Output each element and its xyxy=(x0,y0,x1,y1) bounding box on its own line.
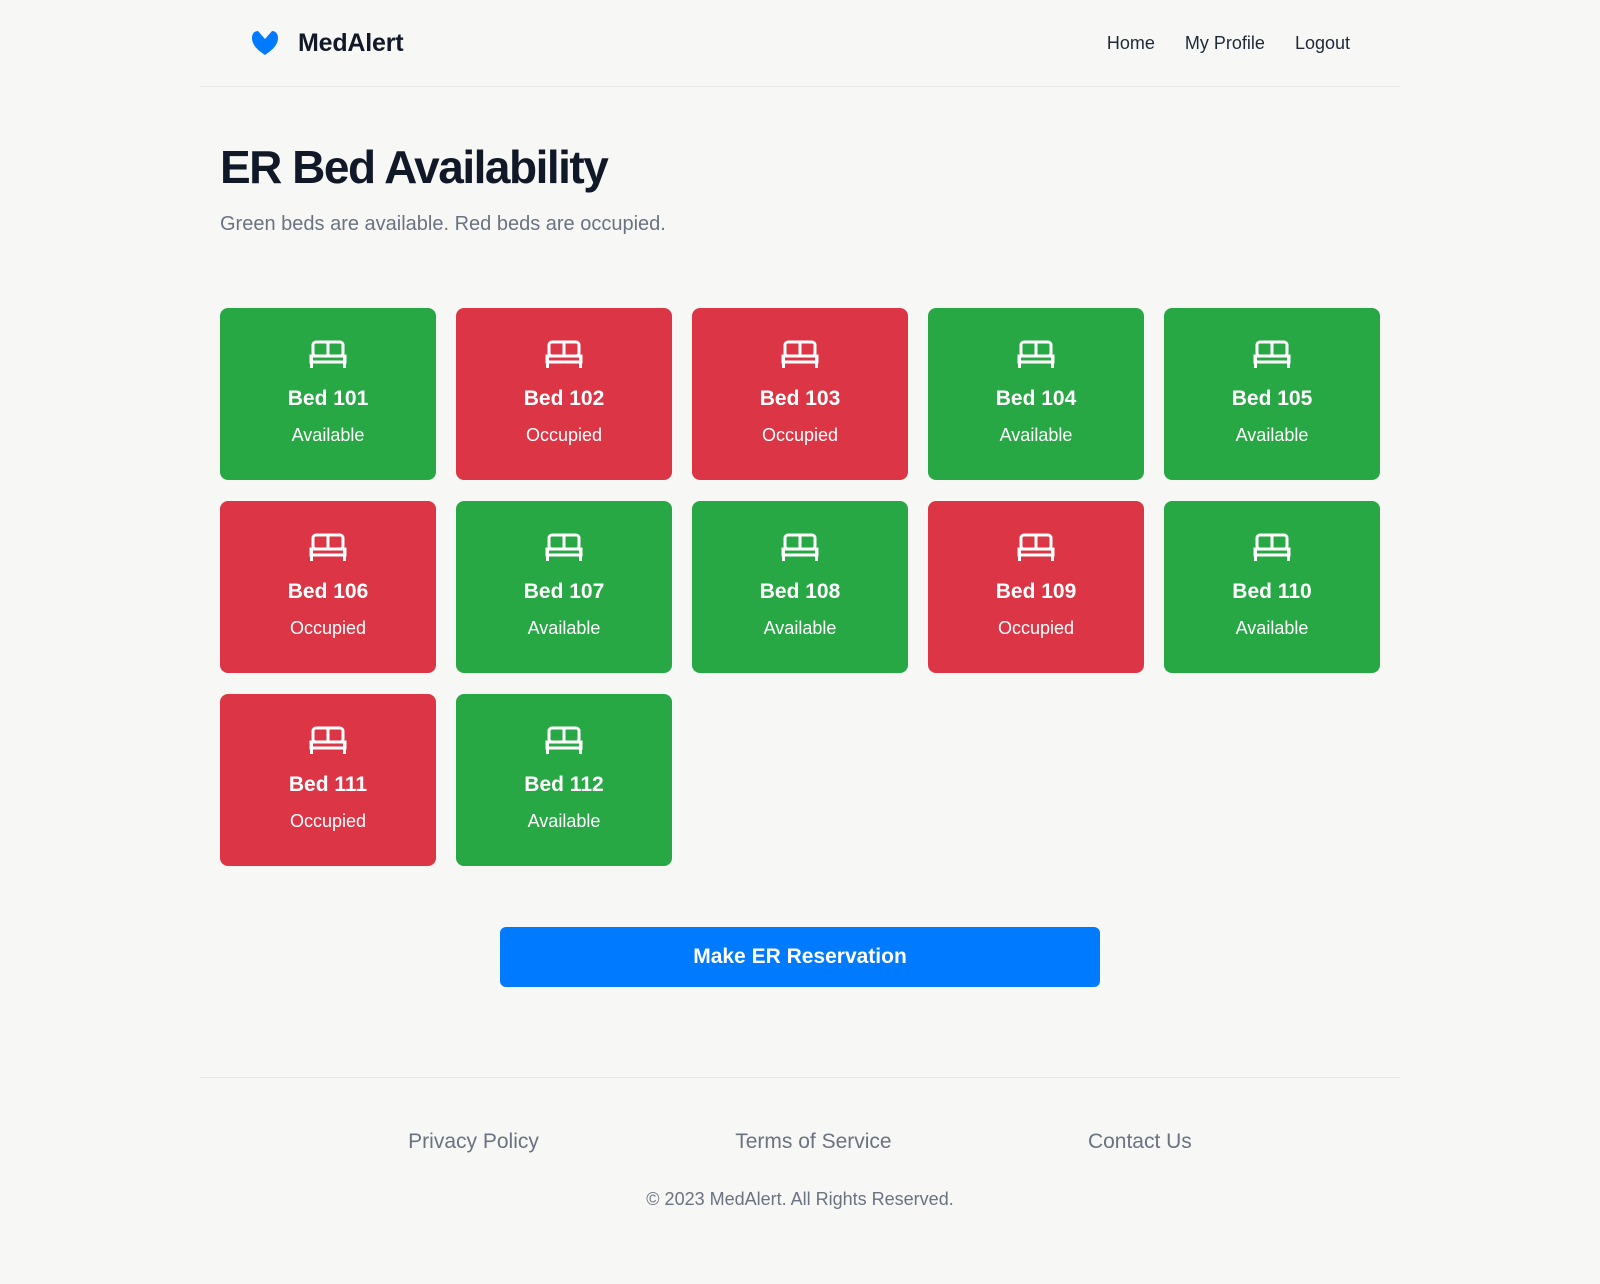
bed-name: Bed 112 xyxy=(524,772,604,796)
bed-card[interactable]: Bed 111 Occupied xyxy=(220,693,436,866)
bed-icon xyxy=(1253,533,1291,561)
main-nav: Home My Profile Logout xyxy=(1107,33,1350,54)
bed-status: Available xyxy=(527,617,601,638)
site-header: MedAlert Home My Profile Logout xyxy=(200,0,1400,87)
bed-card[interactable]: Bed 112 Available xyxy=(456,693,672,866)
bed-name: Bed 103 xyxy=(759,386,841,410)
bed-status: Available xyxy=(291,424,365,445)
bed-name: Bed 106 xyxy=(287,579,369,603)
bed-icon xyxy=(309,533,347,561)
bed-icon xyxy=(545,533,583,561)
bed-card[interactable]: Bed 103 Occupied xyxy=(692,307,908,480)
bed-card[interactable]: Bed 101 Available xyxy=(220,307,436,480)
bed-grid: Bed 101 Available Bed 102 Occupied Bed 103 Oc… xyxy=(220,307,1380,866)
nav-home-link[interactable]: Home xyxy=(1107,33,1155,54)
bed-icon xyxy=(781,533,819,561)
bed-status: Available xyxy=(527,810,601,831)
bed-icon xyxy=(1017,533,1055,561)
bed-name: Bed 102 xyxy=(523,386,605,410)
bed-name: Bed 104 xyxy=(995,386,1077,410)
site-footer: Privacy Policy Terms of Service Contact … xyxy=(200,1076,1400,1210)
bed-name: Bed 109 xyxy=(995,579,1077,603)
bed-icon xyxy=(781,340,819,368)
bed-status: Occupied xyxy=(761,424,839,445)
bed-icon xyxy=(309,340,347,368)
bed-icon xyxy=(1017,340,1055,368)
nav-my-profile-link[interactable]: My Profile xyxy=(1185,33,1265,54)
bed-status: Available xyxy=(763,617,837,638)
bed-status: Available xyxy=(999,424,1073,445)
bed-status: Available xyxy=(1235,617,1309,638)
terms-of-service-link[interactable]: Terms of Service xyxy=(735,1130,891,1154)
bed-card[interactable]: Bed 108 Available xyxy=(692,500,908,673)
bed-card[interactable]: Bed 109 Occupied xyxy=(928,500,1144,673)
make-reservation-button[interactable]: Make ER Reservation xyxy=(500,926,1100,987)
contact-us-link[interactable]: Contact Us xyxy=(1088,1130,1192,1154)
privacy-policy-link[interactable]: Privacy Policy xyxy=(408,1130,539,1154)
bed-name: Bed 110 xyxy=(1232,579,1312,603)
bed-card[interactable]: Bed 106 Occupied xyxy=(220,500,436,673)
page-title: ER Bed Availability xyxy=(220,141,609,193)
bed-status: Occupied xyxy=(525,424,603,445)
heart-icon xyxy=(252,31,278,55)
reserve-button-wrap: Make ER Reservation xyxy=(220,926,1380,987)
bed-status: Occupied xyxy=(289,810,367,831)
page-subtitle: Green beds are available. Red beds are o… xyxy=(220,212,666,235)
bed-card[interactable]: Bed 105 Available xyxy=(1164,307,1380,480)
bed-status: Occupied xyxy=(289,617,367,638)
bed-name: Bed 107 xyxy=(523,579,605,603)
brand-name: MedAlert xyxy=(298,28,404,57)
bed-icon xyxy=(545,340,583,368)
bed-icon xyxy=(309,726,347,754)
bed-name: Bed 111 xyxy=(288,772,368,796)
copyright: © 2023 MedAlert. All Rights Reserved. xyxy=(646,1188,954,1209)
bed-status: Occupied xyxy=(997,617,1075,638)
nav-logout-link[interactable]: Logout xyxy=(1295,33,1350,54)
bed-card[interactable]: Bed 104 Available xyxy=(928,307,1144,480)
bed-card[interactable]: Bed 110 Available xyxy=(1164,500,1380,673)
bed-name: Bed 105 xyxy=(1231,386,1313,410)
bed-name: Bed 101 xyxy=(287,386,369,410)
bed-icon xyxy=(1253,340,1291,368)
brand[interactable]: MedAlert xyxy=(250,28,404,58)
bed-name: Bed 108 xyxy=(759,579,841,603)
main-content: ER Bed Availability Green beds are avail… xyxy=(200,87,1400,987)
bed-status: Available xyxy=(1235,424,1309,445)
bed-card[interactable]: Bed 102 Occupied xyxy=(456,307,672,480)
bed-icon xyxy=(545,726,583,754)
footer-links: Privacy Policy Terms of Service Contact … xyxy=(200,1130,1400,1154)
bed-card[interactable]: Bed 107 Available xyxy=(456,500,672,673)
